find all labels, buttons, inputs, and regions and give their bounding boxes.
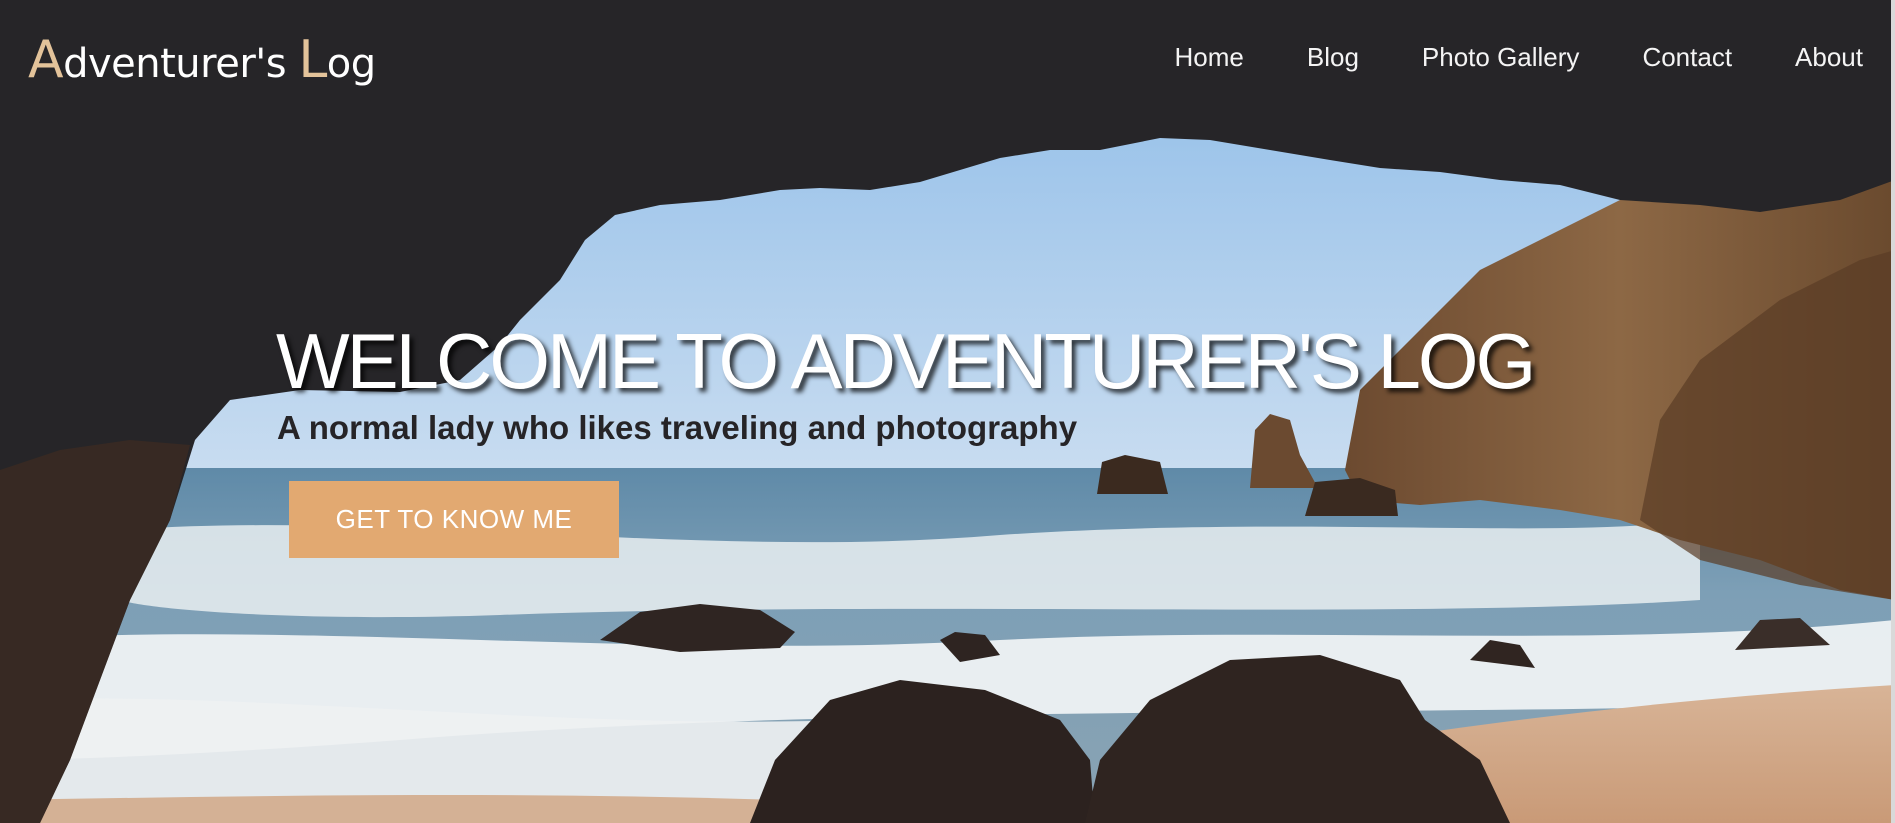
nav-contact[interactable]: Contact xyxy=(1642,42,1732,73)
nav-home[interactable]: Home xyxy=(1175,42,1244,73)
logo-first-rest: dventurer's xyxy=(63,41,299,87)
logo-second-rest: og xyxy=(326,41,376,87)
nav-photo-gallery[interactable]: Photo Gallery xyxy=(1422,42,1580,73)
nav-blog[interactable]: Blog xyxy=(1307,42,1359,73)
logo-first-cap: A xyxy=(28,30,64,90)
logo-second-cap: L xyxy=(298,30,327,90)
site-logo[interactable]: Adventurer's Log xyxy=(28,30,376,90)
get-to-know-me-button[interactable]: GET TO KNOW ME xyxy=(289,481,619,558)
nav-about[interactable]: About xyxy=(1795,42,1863,73)
main-navigation: Home Blog Photo Gallery Contact About xyxy=(1112,42,1864,73)
scrollbar[interactable] xyxy=(1891,0,1895,823)
hero-subtitle: A normal lady who likes traveling and ph… xyxy=(277,409,1078,446)
hero-title: WELCOME TO ADVENTURER'S LOG xyxy=(276,317,1536,405)
